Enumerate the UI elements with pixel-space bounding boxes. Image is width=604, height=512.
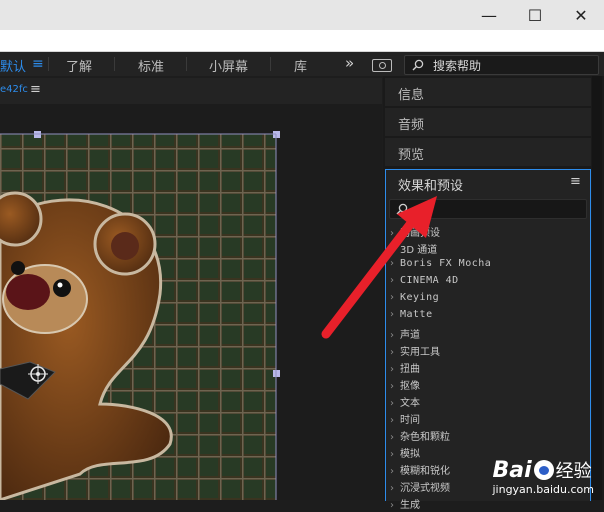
watermark-brand-suffix: 经验 xyxy=(555,461,592,482)
watermark-url: jingyan.baidu.com xyxy=(492,483,594,496)
effects-category-label: 生成 xyxy=(400,500,420,511)
chevron-right-icon[interactable]: › xyxy=(390,500,400,511)
watermark-brand: Bai xyxy=(492,457,532,483)
annotation-arrow xyxy=(321,196,437,339)
paw-logo-icon xyxy=(533,460,554,480)
baidu-watermark: Bai 经验 jingyan.baidu.com xyxy=(492,457,594,497)
